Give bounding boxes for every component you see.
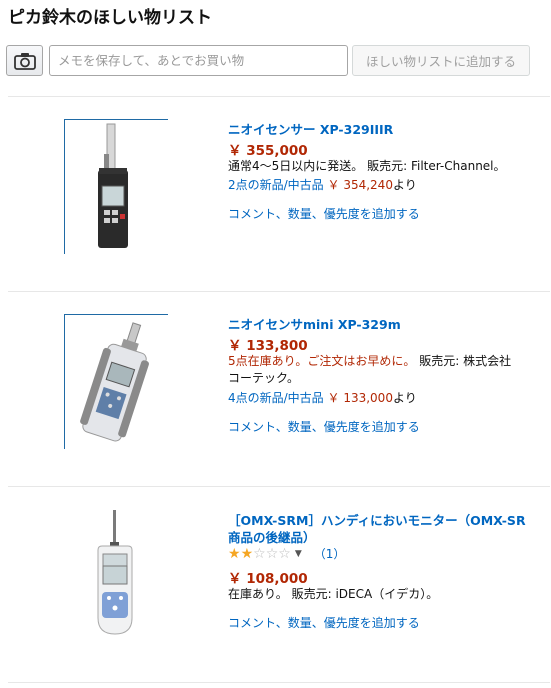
product-price-3: ￥ 108,000 (228, 571, 308, 587)
add-comment-link-1[interactable]: コメント、数量、優先度を追加する (228, 205, 420, 222)
star-filled-icon: ★ (228, 545, 241, 562)
seller-text-2: コーテック。 (228, 371, 300, 385)
product-image-1[interactable] (64, 119, 168, 254)
camera-button[interactable] (6, 45, 43, 76)
offers-suffix: より (392, 391, 417, 405)
product-title-line1: ［OMX-SRM］ハンディにおいモニター（OMX-SR (228, 513, 526, 528)
product-image-3[interactable] (84, 508, 148, 640)
offers-price: ￥ 133,000 (327, 391, 393, 405)
odor-monitor-image (97, 510, 133, 635)
product-title-2[interactable]: ニオイセンサmini XP-329m (228, 316, 533, 333)
add-comment-link-2[interactable]: コメント、数量、優先度を追加する (228, 418, 420, 435)
page-title: ピカ鈴木のほしい物リスト (8, 8, 212, 28)
chevron-down-icon[interactable]: ▼ (295, 549, 302, 559)
divider (8, 682, 550, 683)
star-rating[interactable]: ★ ★ ☆ ☆ ☆ ▼ （1） (228, 545, 345, 562)
availability-3: 在庫あり。 販売元: iDECA（イデカ）。 (228, 586, 518, 603)
product-image-2[interactable] (64, 314, 168, 449)
offers-link-2[interactable]: 4点の新品/中古品 ￥ 133,000より (228, 389, 417, 406)
star-filled-icon: ★ (240, 545, 254, 562)
star-empty-icon: ☆ (265, 545, 279, 562)
star-empty-icon: ☆ (253, 545, 266, 562)
availability-2: 5点在庫あり。ご注文はお早めに。 販売元: 株式会社コーテック。 (228, 353, 518, 387)
review-count-link[interactable]: （1） (314, 545, 346, 562)
seller-text: 販売元: iDECA（イデカ）。 (291, 587, 439, 601)
memo-input[interactable] (49, 45, 348, 76)
divider (8, 291, 550, 292)
availability-text: 在庫あり。 (228, 587, 288, 601)
availability-text: 通常4～5日以内に発送。 (228, 159, 364, 173)
camera-icon (13, 52, 36, 70)
offers-price: ￥ 354,240 (327, 178, 393, 192)
product-title-1[interactable]: ニオイセンサー XP-329IIIR (228, 121, 533, 138)
product-title-3[interactable]: ［OMX-SRM］ハンディにおいモニター（OMX-SR 商品の後継品） (228, 512, 533, 546)
divider (8, 96, 550, 97)
seller-text: 販売元: Filter-Channel。 (367, 159, 506, 173)
offers-suffix: より (392, 178, 417, 192)
add-comment-link-3[interactable]: コメント、数量、優先度を追加する (228, 614, 420, 631)
product-title-line2: 商品の後継品） (228, 530, 316, 545)
offers-link-1[interactable]: 2点の新品/中古品 ￥ 354,240より (228, 176, 417, 193)
star-empty-icon: ☆ (278, 545, 291, 562)
odor-sensor-mini-image (80, 322, 149, 442)
offers-label: 4点の新品/中古品 (228, 391, 324, 405)
product-price-1: ￥ 355,000 (228, 143, 308, 159)
seller-text: 販売元: 株式会社 (419, 354, 512, 368)
divider (8, 486, 550, 487)
odor-sensor-image (98, 123, 128, 248)
offers-label: 2点の新品/中古品 (228, 178, 324, 192)
add-to-wishlist-button[interactable]: ほしい物リストに追加する (352, 45, 530, 76)
availability-1: 通常4～5日以内に発送。 販売元: Filter-Channel。 (228, 158, 518, 175)
product-price-2: ￥ 133,800 (228, 338, 308, 354)
availability-text: 5点在庫あり。ご注文はお早めに。 (228, 354, 416, 368)
